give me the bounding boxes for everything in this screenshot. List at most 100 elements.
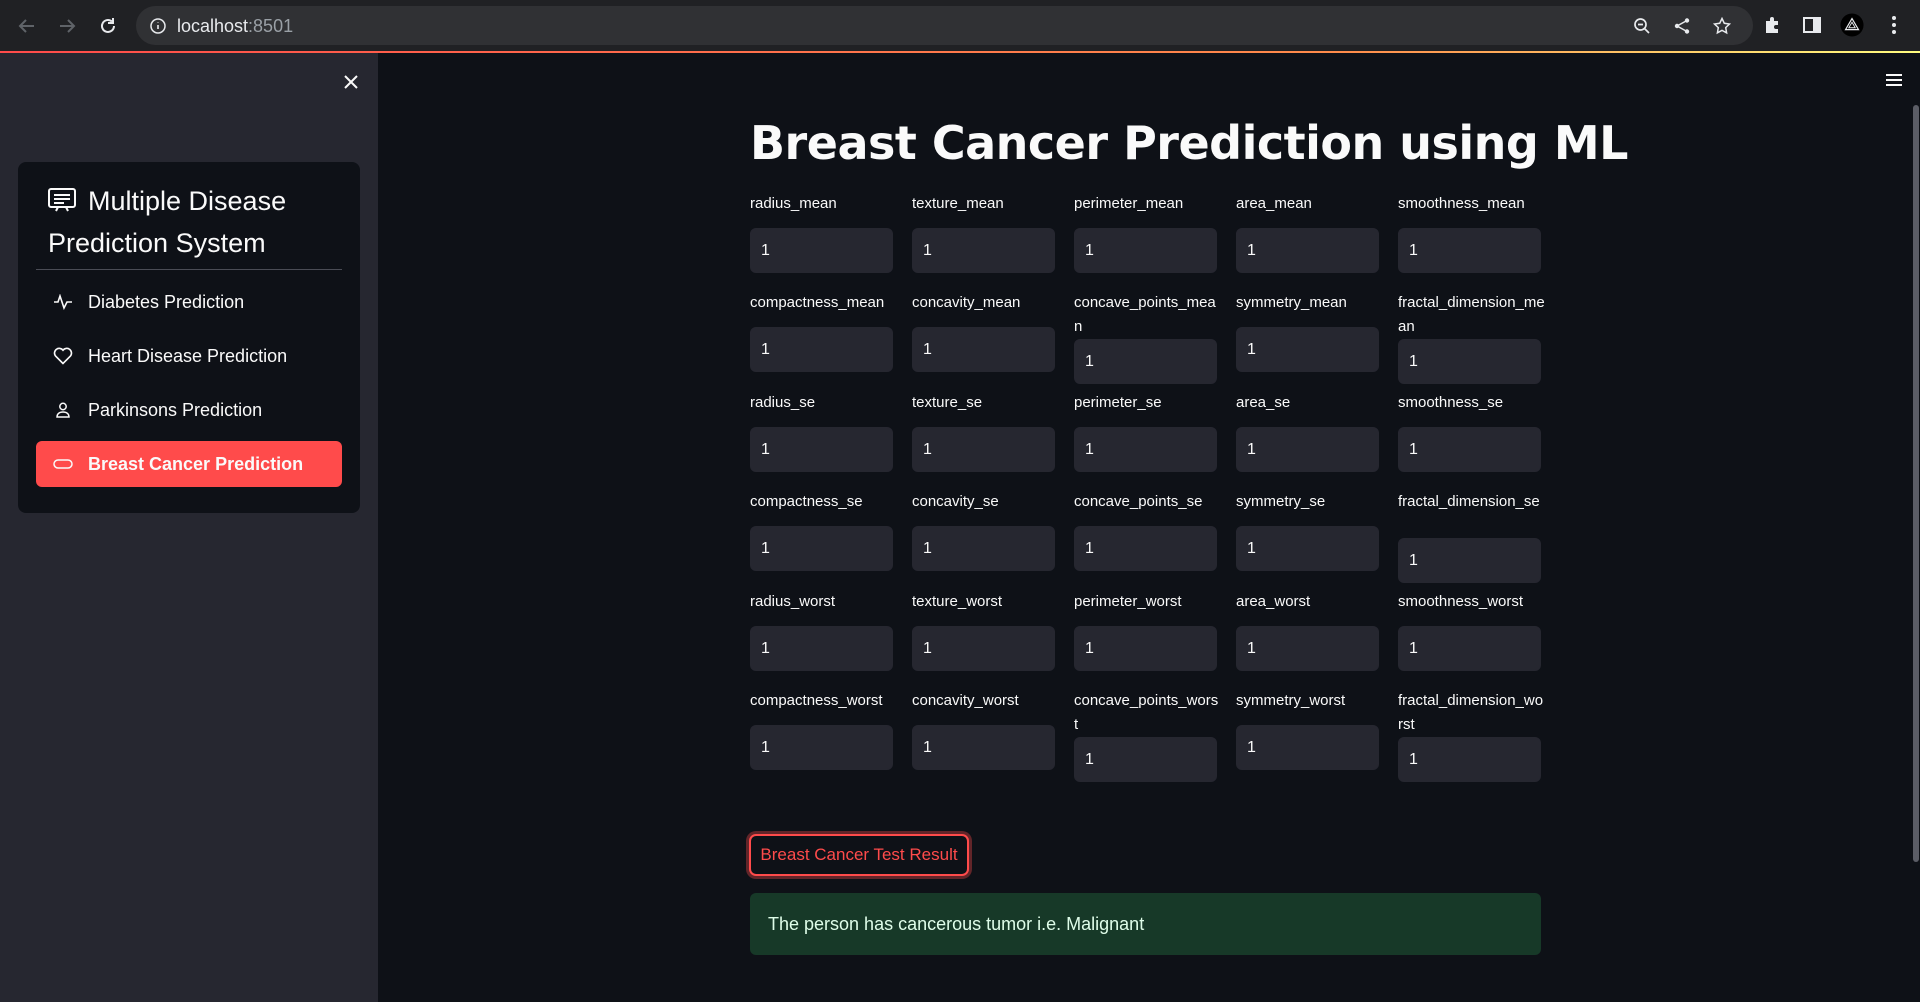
- field-input[interactable]: [750, 526, 893, 571]
- person-icon: [52, 399, 74, 421]
- field-input[interactable]: [1236, 228, 1379, 273]
- field-input[interactable]: [1236, 526, 1379, 571]
- field-label: compactness_worst: [750, 692, 883, 709]
- sidebar-item-diabetes[interactable]: Diabetes Prediction: [36, 279, 342, 325]
- field-label: radius_mean: [750, 195, 837, 212]
- profile-avatar[interactable]: [1840, 13, 1864, 37]
- field-input[interactable]: [912, 626, 1055, 671]
- field-label: smoothness_worst: [1398, 593, 1524, 610]
- field-input[interactable]: [912, 427, 1055, 472]
- field-input[interactable]: [1074, 427, 1217, 472]
- sidebar-item-breast-cancer[interactable]: Breast Cancer Prediction: [36, 441, 342, 487]
- field-input[interactable]: [1074, 526, 1217, 571]
- field-label: concave_points_se: [1074, 493, 1203, 510]
- field-label: area_worst: [1236, 593, 1311, 610]
- result-alert: The person has cancerous tumor i.e. Mali…: [750, 893, 1541, 955]
- field-input[interactable]: [1236, 327, 1379, 372]
- field-label: concave_points_mean: [1074, 294, 1216, 335]
- field-input[interactable]: [750, 327, 893, 372]
- field-label: concavity_worst: [912, 692, 1019, 709]
- url-text[interactable]: localhost:8501: [177, 16, 293, 37]
- field-input[interactable]: [1074, 626, 1217, 671]
- option-menu: Multiple Disease Prediction System Diabe…: [18, 162, 360, 513]
- field-label: perimeter_se: [1074, 394, 1162, 411]
- field-label: fractal_dimension_mean: [1398, 294, 1545, 335]
- close-icon[interactable]: [338, 69, 364, 95]
- browser-toolbar: localhost:8501: [0, 0, 1920, 51]
- field-input[interactable]: [1398, 228, 1541, 273]
- field-label: radius_worst: [750, 593, 836, 610]
- heart-icon: [52, 345, 74, 367]
- sidebar-item-parkinsons[interactable]: Parkinsons Prediction: [36, 387, 342, 433]
- field-label: symmetry_worst: [1236, 692, 1346, 709]
- field-label: compactness_mean: [750, 294, 885, 311]
- field-label: texture_worst: [912, 593, 1003, 610]
- url-host: localhost: [177, 16, 249, 36]
- sidebar-item-heart-disease[interactable]: Heart Disease Prediction: [36, 333, 342, 379]
- sidebar-item-label: Diabetes Prediction: [88, 291, 245, 312]
- hamburger-menu-icon[interactable]: [1882, 70, 1906, 90]
- field-input[interactable]: [1398, 538, 1541, 583]
- field-label: fractal_dimension_se: [1398, 493, 1540, 510]
- url-port: :8501: [248, 16, 294, 36]
- kebab-menu-icon[interactable]: [1882, 13, 1906, 37]
- menu-app-indicator-icon: [48, 183, 76, 223]
- field-input[interactable]: [1398, 626, 1541, 671]
- field-input[interactable]: [912, 228, 1055, 273]
- site-info-icon[interactable]: [147, 15, 169, 37]
- test-result-button[interactable]: Breast Cancer Test Result: [749, 834, 969, 876]
- field-label: fractal_dimension_worst: [1398, 692, 1544, 733]
- sidebar-item-label: Heart Disease Prediction: [88, 345, 288, 366]
- field-input[interactable]: [912, 327, 1055, 372]
- field-label: perimeter_worst: [1074, 593, 1182, 610]
- sidebar-item-label: Breast Cancer Prediction: [88, 453, 304, 474]
- menu-title: Multiple Disease Prediction System: [48, 181, 338, 263]
- field-input[interactable]: [912, 725, 1055, 770]
- reload-icon[interactable]: [93, 12, 123, 39]
- field-label: concavity_se: [912, 493, 999, 510]
- field-input[interactable]: [1074, 737, 1217, 782]
- scrollbar[interactable]: [1913, 105, 1919, 862]
- menu-divider: [36, 269, 342, 270]
- bookmark-star-icon[interactable]: [1711, 15, 1733, 37]
- field-label: area_se: [1236, 394, 1291, 411]
- field-input[interactable]: [1074, 228, 1217, 273]
- field-label: symmetry_mean: [1236, 294, 1347, 311]
- menu-title-text: Multiple Disease Prediction System: [48, 186, 287, 258]
- field-label: concavity_mean: [912, 294, 1021, 311]
- activity-icon: [52, 291, 74, 313]
- field-label: symmetry_se: [1236, 493, 1326, 510]
- field-input[interactable]: [1398, 737, 1541, 782]
- field-input[interactable]: [1236, 427, 1379, 472]
- field-input[interactable]: [750, 626, 893, 671]
- field-input[interactable]: [1236, 626, 1379, 671]
- page-title: Breast Cancer Prediction using ML: [750, 116, 1628, 170]
- field-label: texture_mean: [912, 195, 1004, 212]
- capsule-icon: [52, 453, 74, 475]
- field-label: smoothness_mean: [1398, 195, 1525, 212]
- forward-icon[interactable]: [52, 12, 82, 39]
- field-label: compactness_se: [750, 493, 863, 510]
- field-label: smoothness_se: [1398, 394, 1504, 411]
- field-label: area_mean: [1236, 195, 1312, 212]
- back-icon[interactable]: [12, 12, 42, 39]
- field-input[interactable]: [1398, 427, 1541, 472]
- sidebar-item-label: Parkinsons Prediction: [88, 399, 263, 420]
- result-text: The person has cancerous tumor i.e. Mali…: [768, 913, 1145, 934]
- extensions-icon[interactable]: [1761, 13, 1785, 37]
- field-input[interactable]: [750, 725, 893, 770]
- address-bar[interactable]: localhost:8501: [136, 6, 1753, 45]
- field-input[interactable]: [750, 228, 893, 273]
- field-label: perimeter_mean: [1074, 195, 1184, 212]
- field-label: radius_se: [750, 394, 816, 411]
- field-label: concave_points_worst: [1074, 692, 1219, 733]
- side-panel-icon[interactable]: [1800, 13, 1824, 37]
- field-input[interactable]: [1398, 339, 1541, 384]
- field-input[interactable]: [750, 427, 893, 472]
- field-input[interactable]: [1236, 725, 1379, 770]
- field-input[interactable]: [1074, 339, 1217, 384]
- field-input[interactable]: [912, 526, 1055, 571]
- share-icon[interactable]: [1671, 15, 1693, 37]
- field-label: texture_se: [912, 394, 983, 411]
- zoom-icon[interactable]: [1631, 15, 1653, 37]
